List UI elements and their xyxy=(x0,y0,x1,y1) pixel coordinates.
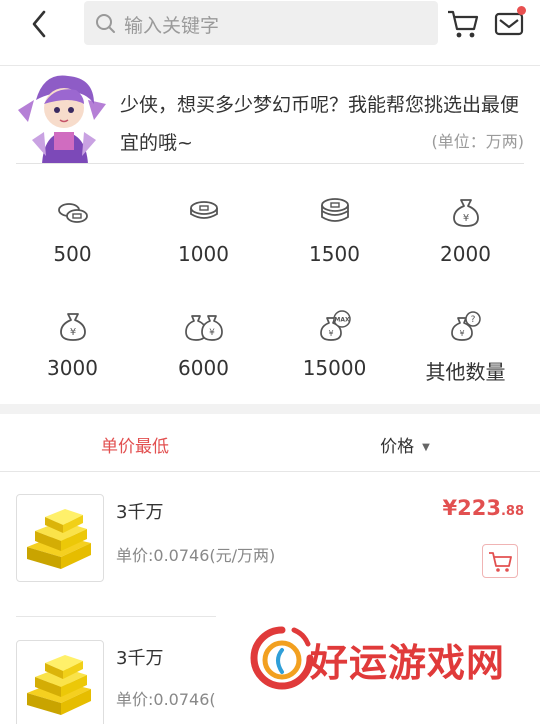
item-price: ¥223.88 xyxy=(442,496,524,520)
svg-text:MAX: MAX xyxy=(334,317,350,324)
amount-option-1500[interactable]: 1500 xyxy=(267,196,402,308)
svg-text:¥: ¥ xyxy=(459,329,464,338)
sort-bar: 单价最低 价格 ▼ xyxy=(0,414,540,472)
sort-price-tab[interactable]: 价格 ▼ xyxy=(270,432,540,457)
gold-bar-thumbnail xyxy=(16,640,104,724)
item-unit-price: 单价:0.0746( xyxy=(116,690,216,709)
amount-option-500[interactable]: 500 xyxy=(5,196,140,308)
money-bag-icon: ¥ xyxy=(453,199,479,227)
gold-bar-icon xyxy=(27,509,91,569)
cart-icon xyxy=(489,552,512,572)
money-bags-icon: ¥ xyxy=(185,315,223,341)
add-to-cart-button[interactable] xyxy=(482,544,518,578)
section-gap xyxy=(0,404,540,414)
amount-option-2000[interactable]: ¥ 2000 xyxy=(398,196,533,308)
money-bag-max-icon: ¥ MAX xyxy=(320,310,351,341)
coin-stack-icon xyxy=(190,201,218,219)
svg-text:¥: ¥ xyxy=(463,213,469,224)
coin-stack-large-icon xyxy=(321,198,349,222)
back-arrow-icon[interactable] xyxy=(26,8,56,40)
item-unit-price: 单价:0.0746(元/万两) xyxy=(116,546,276,565)
svg-text:¥: ¥ xyxy=(70,327,76,338)
watermark-text: 好运游戏网 xyxy=(310,641,506,685)
gold-bar-thumbnail xyxy=(16,494,104,582)
item-divider xyxy=(16,616,216,617)
svg-text:¥: ¥ xyxy=(209,328,215,338)
sort-price-label: 价格 xyxy=(380,437,415,457)
watermark-logo xyxy=(250,626,314,690)
sort-lowest-unit-price-tab[interactable]: 单价最低 xyxy=(0,432,270,457)
cart-icon[interactable] xyxy=(446,8,480,40)
gold-bar-icon xyxy=(27,655,91,715)
svg-text:¥: ¥ xyxy=(328,329,333,338)
item-name: 3千万 xyxy=(116,502,164,523)
money-bag-icon: ¥ xyxy=(60,313,86,341)
search-icon xyxy=(96,14,115,33)
unit-note: (单位：万两) xyxy=(431,132,525,151)
search-input[interactable]: 输入关键字 xyxy=(84,1,438,45)
notification-dot xyxy=(517,6,526,15)
amount-option-1000[interactable]: 1000 xyxy=(136,196,271,308)
item-name: 3千万 xyxy=(116,648,164,669)
search-placeholder: 输入关键字 xyxy=(124,15,220,37)
top-bar: 输入关键字 xyxy=(0,0,540,66)
message-button[interactable] xyxy=(494,6,526,40)
intro-banner: 少侠，想买多少梦幻币呢？我能帮您挑选出最便宜的哦~ (单位：万两) xyxy=(0,66,540,164)
coin-stack-small-icon xyxy=(58,203,88,223)
character-avatar xyxy=(18,75,106,164)
caret-down-icon: ▼ xyxy=(422,441,430,453)
svg-text:?: ? xyxy=(471,315,476,325)
money-bag-question-icon: ¥ ? xyxy=(451,311,481,341)
watermark: 好运游戏网 xyxy=(250,624,540,696)
amount-grid: 500 1000 1500 ¥ 2000 ¥ 3000 ¥ 6000 ¥ MAX… xyxy=(0,164,540,404)
list-item[interactable]: 3千万 单价:0.0746(元/万两) ¥223.88 xyxy=(0,472,540,602)
